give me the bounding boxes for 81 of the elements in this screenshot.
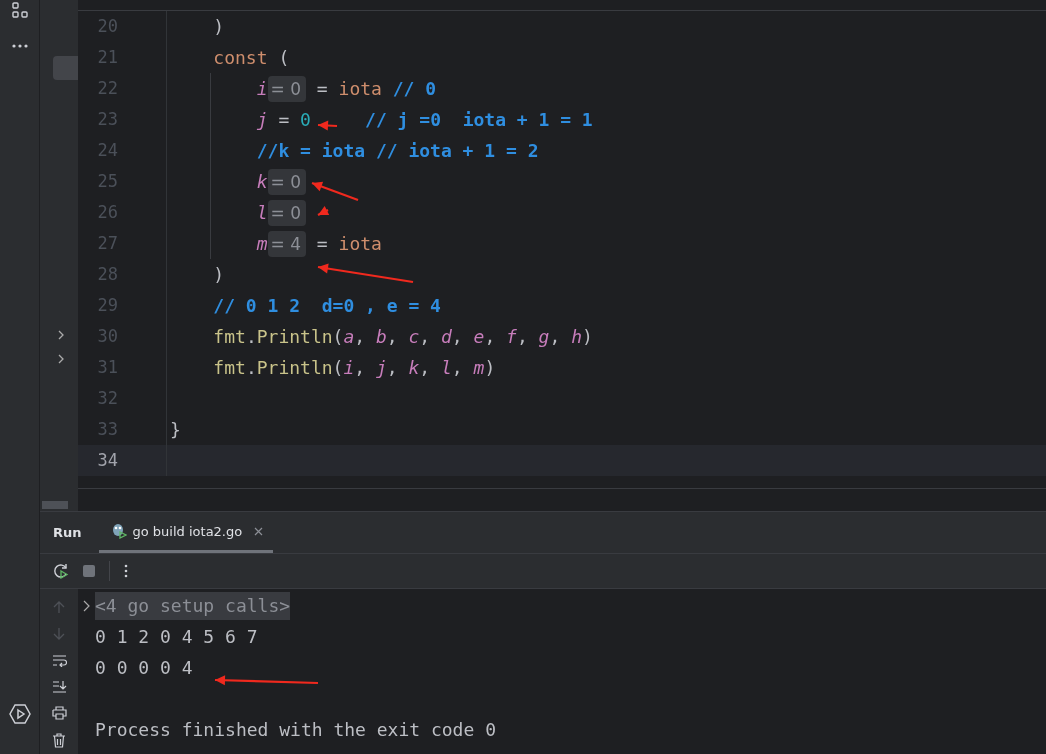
soft-wrap-icon[interactable] xyxy=(51,654,67,667)
code-token: iota xyxy=(338,233,382,254)
trash-icon[interactable] xyxy=(52,733,66,748)
scrollbar-thumb[interactable] xyxy=(42,501,68,509)
code-token: g xyxy=(538,326,550,347)
code-token: j xyxy=(256,109,268,130)
code-token: Println xyxy=(256,326,333,347)
code-token: . xyxy=(245,326,257,347)
code-token: fmt xyxy=(213,326,246,347)
code-token: 0 xyxy=(300,109,311,130)
code-token: // 0 1 2 d=0 , e = 4 xyxy=(213,295,441,316)
code-token: , xyxy=(451,326,464,347)
more-icon[interactable] xyxy=(124,564,128,578)
code-token: , xyxy=(549,326,562,347)
code-token: d xyxy=(441,326,452,347)
code-token: fmt xyxy=(213,357,246,378)
annotation-arrow xyxy=(317,206,330,216)
code-token: //k = iota // iota + 1 = 2 xyxy=(256,140,539,161)
code-token: l xyxy=(441,357,452,378)
console-output: 0 0 0 0 4 xyxy=(95,657,193,678)
run-icon[interactable] xyxy=(8,703,31,725)
chevron-icon[interactable] xyxy=(57,354,65,364)
code-token: f xyxy=(506,326,517,347)
code-token: ) xyxy=(213,264,225,285)
code-token: a xyxy=(343,326,355,347)
code-token: b xyxy=(375,326,387,347)
line-number: 34 xyxy=(78,445,167,476)
code-token: m xyxy=(256,233,268,254)
code-token: h xyxy=(571,326,582,347)
code-token: = xyxy=(316,78,329,99)
code-token: j xyxy=(375,357,387,378)
code-token: ( xyxy=(278,47,290,68)
more-icon[interactable] xyxy=(10,43,29,49)
scroll-to-end-icon[interactable] xyxy=(51,680,67,693)
code-token: Println xyxy=(256,357,333,378)
code-token: , xyxy=(386,326,399,347)
code-token: , xyxy=(451,357,464,378)
close-icon[interactable] xyxy=(254,526,264,536)
code-token: const xyxy=(213,47,268,68)
annotation-arrow xyxy=(317,120,338,131)
console-output: 0 1 2 0 4 5 6 7 xyxy=(95,626,258,647)
print-icon[interactable] xyxy=(51,706,67,720)
code-token: , xyxy=(484,326,497,347)
code-token: ) xyxy=(213,16,225,37)
code-token: = xyxy=(316,233,329,254)
code-token: k xyxy=(256,171,268,192)
code-token: // j =0 iota + 1 = 1 xyxy=(365,109,593,130)
code-token: , xyxy=(354,326,367,347)
rerun-icon[interactable] xyxy=(53,563,69,579)
code-token: } xyxy=(170,419,181,440)
annotation-arrow xyxy=(311,181,359,202)
inlay-hint: = 0 xyxy=(267,199,306,226)
inlay-hint: = 0 xyxy=(267,168,306,195)
code-token: , xyxy=(516,326,529,347)
code-token: e xyxy=(473,326,485,347)
chevron-icon[interactable] xyxy=(57,330,65,340)
code-token: m xyxy=(473,357,485,378)
inlay-hint: = 0 xyxy=(267,75,306,102)
code-token: ( xyxy=(332,357,344,378)
panel-title: Run xyxy=(52,525,83,540)
inlay-hint: = 4 xyxy=(267,230,306,257)
code-token: i xyxy=(256,78,268,99)
code-token: , xyxy=(386,357,399,378)
code-token: k xyxy=(408,357,420,378)
console-output: Process finished with the exit code 0 xyxy=(95,719,496,740)
code-token: iota xyxy=(338,78,382,99)
code-token: // 0 xyxy=(392,78,437,99)
code-token: , xyxy=(354,357,367,378)
code-token: = xyxy=(278,109,291,130)
code-token: , xyxy=(419,357,432,378)
gopher-icon xyxy=(110,523,127,539)
code-token: i xyxy=(343,357,355,378)
code-token: ( xyxy=(332,326,344,347)
code-token: ) xyxy=(484,357,496,378)
code-token: , xyxy=(419,326,432,347)
code-token: l xyxy=(256,202,268,223)
code-token: ) xyxy=(582,326,593,347)
chevron-icon[interactable] xyxy=(83,599,91,612)
grid-icon[interactable] xyxy=(10,1,29,19)
code-token: . xyxy=(245,357,257,378)
code-token: c xyxy=(408,326,420,347)
